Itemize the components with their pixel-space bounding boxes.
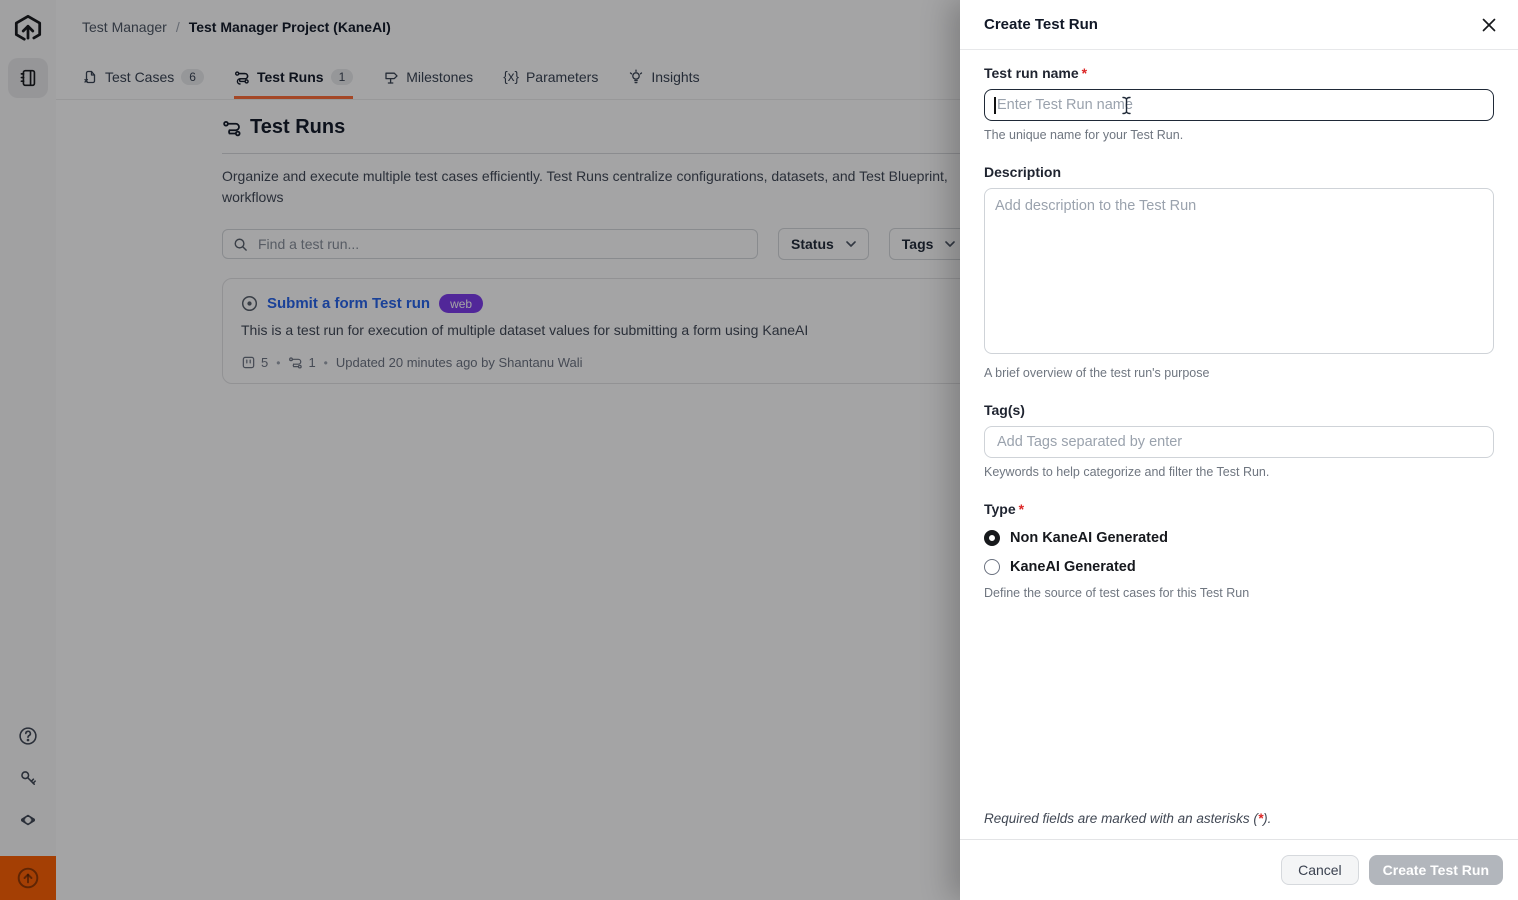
test-run-name-label: Test run name*	[984, 65, 1494, 81]
radio-unselected-icon	[984, 559, 1000, 575]
field-description: Description A brief overview of the test…	[984, 164, 1494, 380]
type-helper: Define the source of test cases for this…	[984, 586, 1494, 600]
description-helper: A brief overview of the test run's purpo…	[984, 366, 1494, 380]
tags-helper: Keywords to help categorize and filter t…	[984, 465, 1494, 479]
label-text: Type	[984, 501, 1016, 517]
required-asterisk: *	[1082, 65, 1087, 81]
field-type: Type* Non KaneAI Generated KaneAI Genera…	[984, 501, 1494, 600]
test-run-name-helper: The unique name for your Test Run.	[984, 128, 1494, 142]
radio-selected-icon	[984, 530, 1000, 546]
app-window: Test Manager / Test Manager Project (Kan…	[0, 0, 1518, 900]
type-label: Type*	[984, 501, 1494, 517]
drawer-body: Test run name* The unique name for your …	[960, 50, 1518, 839]
close-button[interactable]	[1475, 11, 1503, 39]
required-fields-note: Required fields are marked with an aster…	[984, 811, 1494, 826]
radio-kaneai-generated[interactable]: KaneAI Generated	[984, 559, 1494, 575]
radio-label: Non KaneAI Generated	[1010, 530, 1168, 546]
tags-input-shell	[984, 426, 1494, 458]
ibeam-cursor	[1121, 96, 1132, 120]
test-run-name-input-shell	[984, 89, 1494, 121]
note-suffix: ).	[1263, 811, 1271, 826]
label-text: Test run name	[984, 65, 1079, 81]
cancel-button[interactable]: Cancel	[1281, 855, 1359, 885]
radio-label: KaneAI Generated	[1010, 559, 1136, 575]
drawer-header: Create Test Run	[960, 0, 1518, 50]
drawer-footer: Cancel Create Test Run	[960, 839, 1518, 900]
note-prefix: Required fields are marked with an aster…	[984, 811, 1258, 826]
description-textarea[interactable]	[984, 188, 1494, 354]
field-tags: Tag(s) Keywords to help categorize and f…	[984, 402, 1494, 479]
test-run-name-input[interactable]	[995, 96, 1483, 114]
tags-label: Tag(s)	[984, 402, 1494, 418]
field-test-run-name: Test run name* The unique name for your …	[984, 65, 1494, 142]
create-test-run-drawer: Create Test Run Test run name*	[960, 0, 1518, 900]
text-caret	[994, 97, 996, 114]
close-icon	[1481, 17, 1497, 33]
radio-non-kaneai-generated[interactable]: Non KaneAI Generated	[984, 530, 1494, 546]
create-test-run-button[interactable]: Create Test Run	[1369, 855, 1503, 885]
required-asterisk: *	[1019, 501, 1024, 517]
description-label: Description	[984, 164, 1494, 180]
drawer-title: Create Test Run	[984, 16, 1098, 33]
tags-input[interactable]	[995, 433, 1483, 451]
